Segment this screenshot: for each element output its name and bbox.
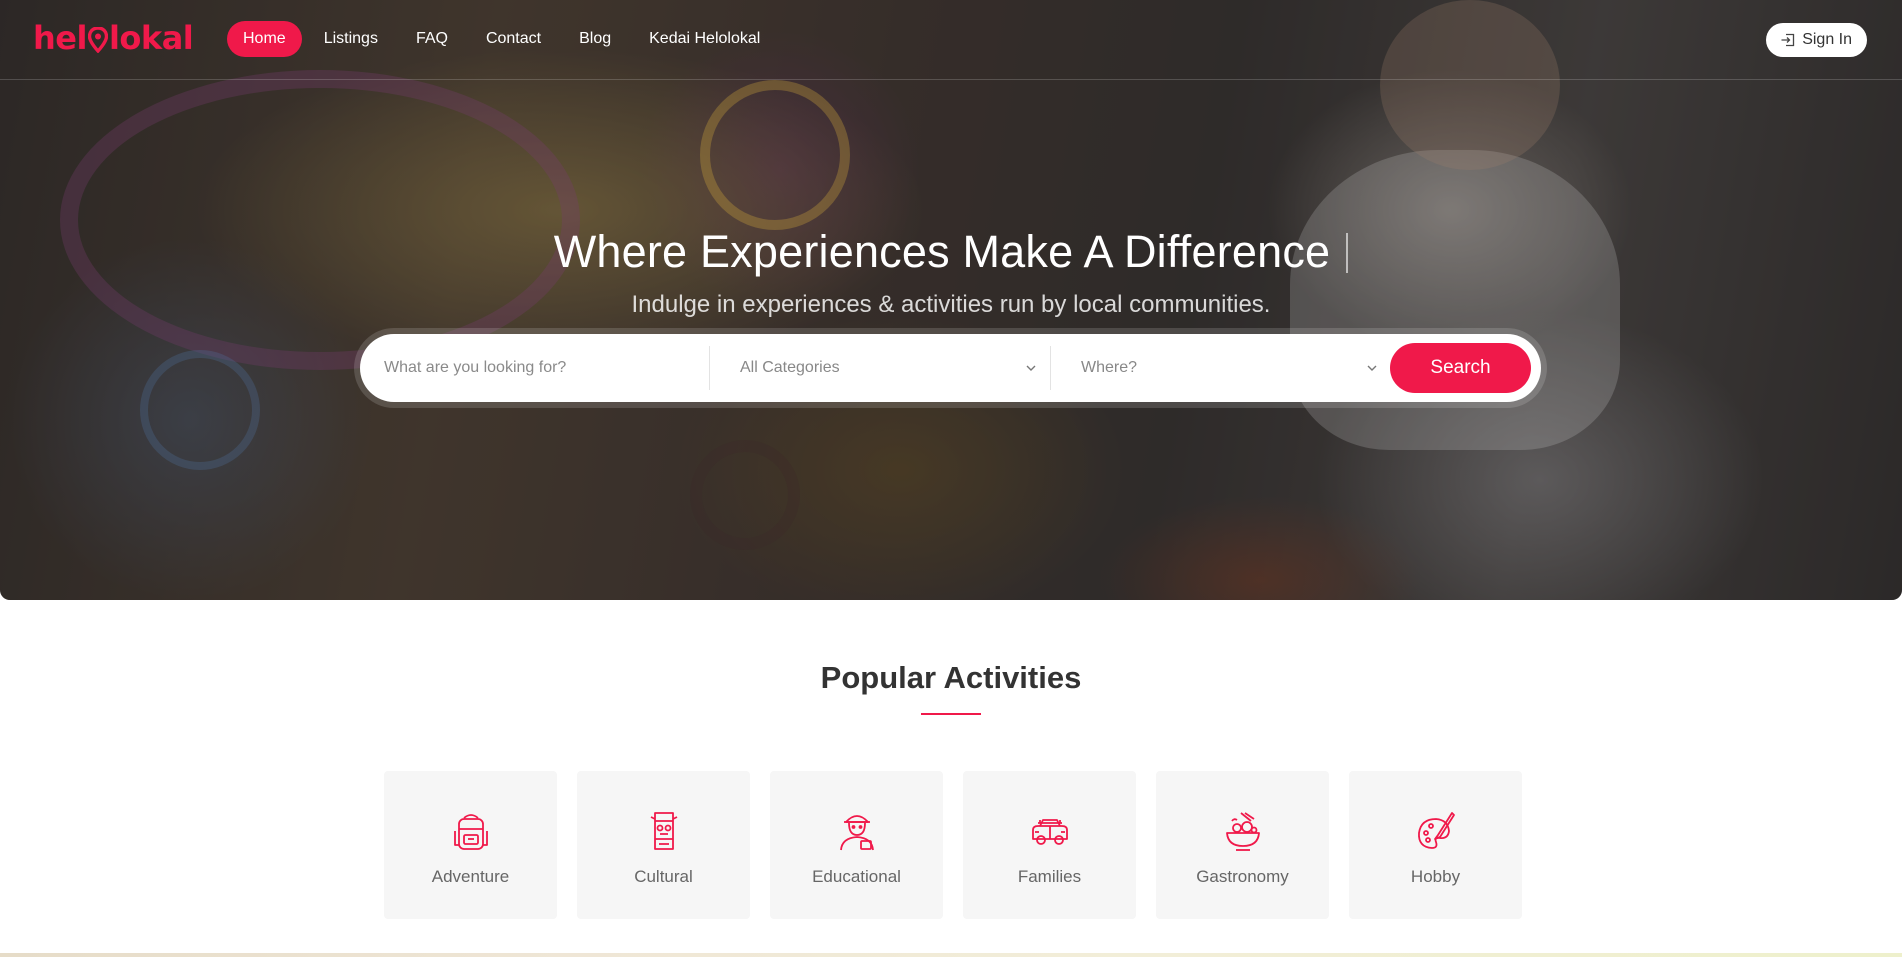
flower-pattern-decoration (700, 80, 850, 230)
category-card-hobby[interactable]: Hobby (1349, 771, 1522, 919)
nav-item-kedai-helolokal[interactable]: Kedai Helolokal (633, 21, 776, 57)
category-label: Gastronomy (1196, 867, 1289, 886)
popular-activities-title: Popular Activities (820, 660, 1082, 695)
keyword-field (384, 344, 704, 392)
category-card-adventure[interactable]: Adventure (384, 771, 557, 919)
car-icon (1031, 819, 1068, 845)
sign-in-button[interactable]: Sign In (1766, 23, 1867, 57)
category-label: Educational (812, 867, 901, 886)
next-section-edge (0, 953, 1902, 957)
kite-pattern-decoration (60, 70, 580, 370)
search-divider (709, 346, 710, 390)
mandala-decoration (140, 350, 260, 470)
category-card-families[interactable]: Families (963, 771, 1136, 919)
hero-title-text: Where Experiences Make A Difference (553, 226, 1331, 277)
nav-item-home[interactable]: Home (227, 21, 302, 57)
category-select[interactable]: All Categories (740, 344, 1040, 392)
logo-text-left: hel (33, 19, 87, 57)
helolokal-logo[interactable]: hel lokal (33, 18, 194, 58)
category-card-cultural[interactable]: Cultural (577, 771, 750, 919)
category-card-educational[interactable]: Educational (770, 771, 943, 919)
logo-text-right: lokal (108, 19, 194, 57)
search-button[interactable]: Search (1390, 343, 1531, 393)
location-pin-icon (87, 23, 109, 54)
location-select[interactable]: Where? (1081, 344, 1381, 392)
category-select-value: All Categories (740, 359, 840, 376)
chevron-down-icon (1367, 365, 1377, 371)
top-navigation: hel lokal Home Listings FAQ Contact Blog… (0, 0, 1902, 80)
sign-in-label: Sign In (1802, 31, 1852, 48)
paint-palette-icon (1417, 812, 1455, 849)
totem-mask-icon (650, 812, 677, 850)
category-card-gastronomy[interactable]: Gastronomy (1156, 771, 1329, 919)
hero-subtitle: Indulge in experiences & activities run … (631, 291, 1271, 318)
main-menu: Home Listings FAQ Contact Blog Kedai Hel… (227, 21, 776, 57)
title-underline (921, 713, 981, 715)
location-select-value: Where? (1081, 359, 1138, 376)
category-label: Hobby (1410, 867, 1461, 886)
sign-in-icon (1781, 33, 1795, 47)
nav-item-blog[interactable]: Blog (563, 21, 627, 57)
explorer-icon (839, 815, 874, 851)
nav-item-listings[interactable]: Listings (308, 21, 394, 57)
food-bowl-icon (1225, 812, 1260, 851)
chevron-down-icon (1026, 365, 1036, 371)
category-label: Adventure (431, 867, 510, 886)
backpack-icon (453, 814, 488, 850)
keyword-input[interactable] (384, 359, 704, 377)
category-grid: Adventure Cultural Educational Families … (384, 771, 1522, 919)
nav-item-contact[interactable]: Contact (470, 21, 557, 57)
nav-item-faq[interactable]: FAQ (400, 21, 464, 57)
typing-caret (1346, 233, 1349, 273)
search-divider (1050, 346, 1051, 390)
hero-title: Where Experiences Make A Difference (0, 226, 1902, 278)
category-label: Cultural (634, 867, 693, 886)
search-bar: All Categories Where? Search (360, 334, 1541, 402)
category-label: Families (1017, 867, 1082, 886)
medallion-decoration (690, 440, 800, 550)
